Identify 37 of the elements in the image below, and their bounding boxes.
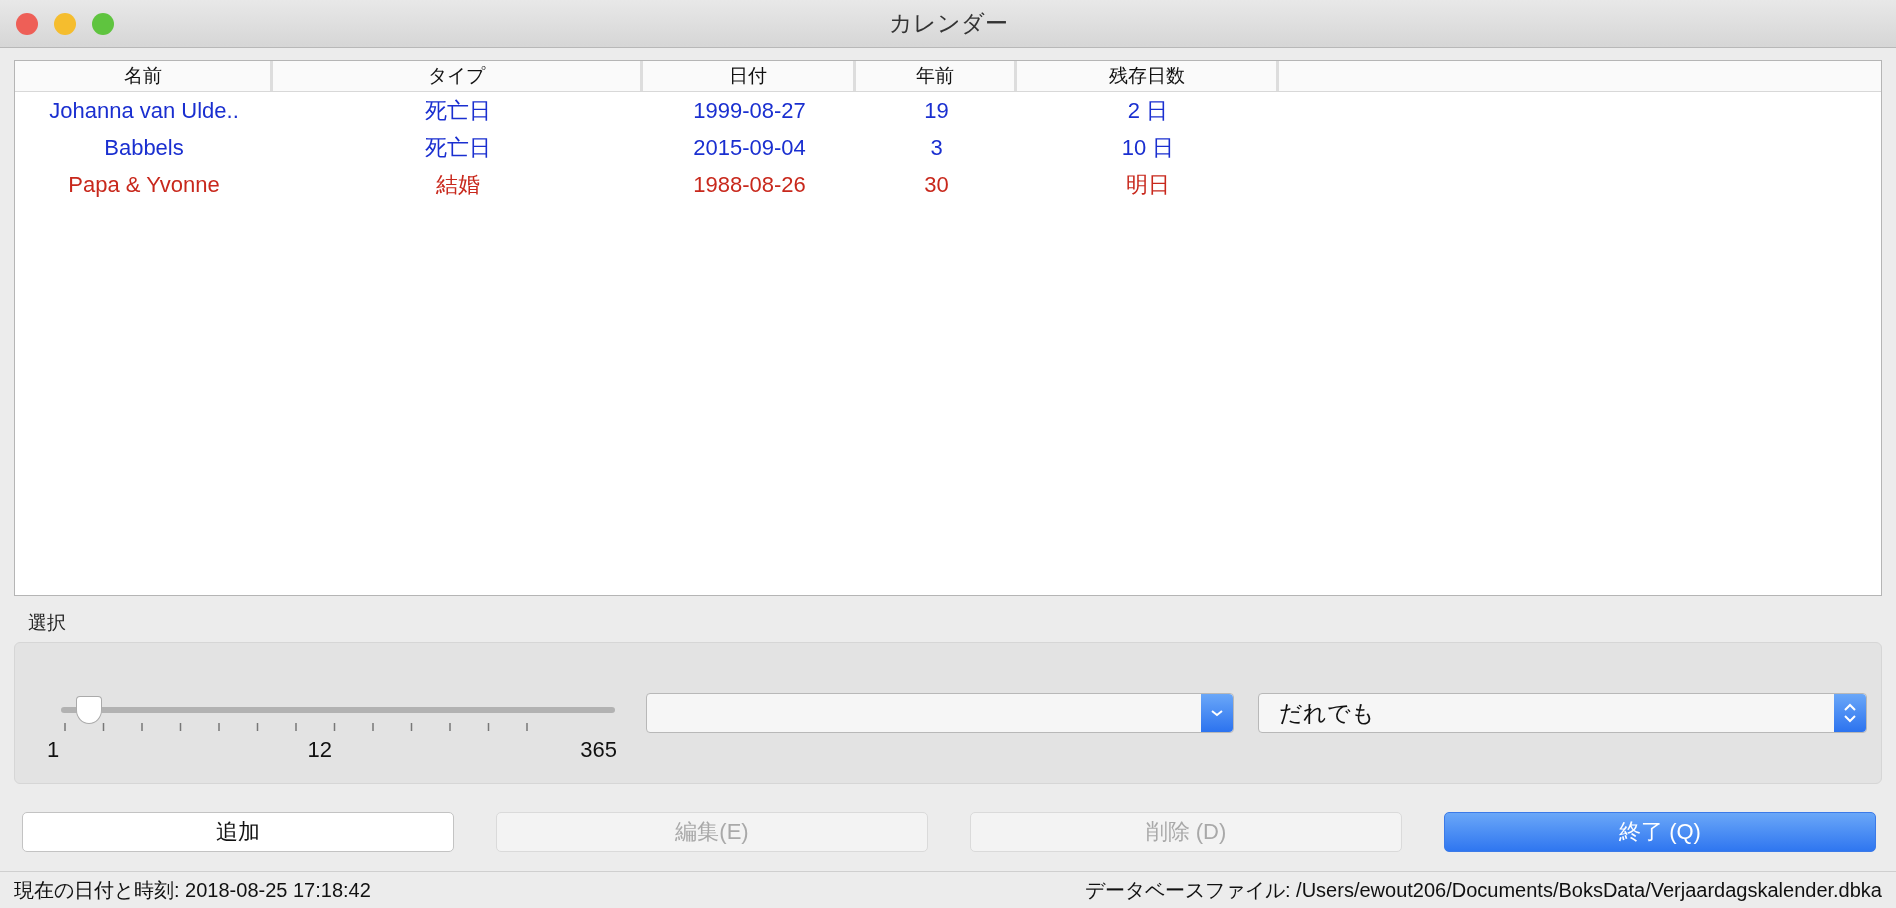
column-header[interactable]: 年前 bbox=[856, 61, 1017, 91]
table-cell-text: 10 日 bbox=[1120, 133, 1176, 162]
slider[interactable] bbox=[61, 696, 615, 724]
table-cell-text: 1988-08-26 bbox=[692, 171, 807, 198]
dropdown[interactable]: だれでも bbox=[1257, 693, 1867, 733]
chevron-down-icon bbox=[1200, 694, 1233, 732]
table-cell-text: 30 bbox=[923, 171, 950, 198]
database-file-text: データベースファイル: /Users/ewout206/Documents/BoksData/Verjaardagskalender.dbka bbox=[1085, 877, 1882, 903]
action-button[interactable]: 追加 bbox=[22, 812, 454, 852]
current-datetime-text: 現在の日付と時刻: 2018-08-25 17:18:42 bbox=[14, 877, 371, 903]
table-cell-text: Papa & Yvonne bbox=[67, 171, 221, 198]
table-cell-text: Johanna van Ulde.. bbox=[48, 97, 240, 124]
column-header[interactable]: 残存日数 bbox=[1017, 61, 1279, 91]
table-cell-text: 2 日 bbox=[1126, 96, 1170, 125]
table-cell-text: 結婚 bbox=[435, 170, 481, 199]
close-button[interactable] bbox=[16, 13, 38, 35]
table-cell-text: 明日 bbox=[1125, 170, 1171, 199]
slider-label: 12 bbox=[307, 737, 332, 763]
column-header[interactable]: 日付 bbox=[643, 61, 856, 91]
slider-label: 365 bbox=[580, 737, 617, 763]
table-cell-text: 死亡日 bbox=[424, 133, 492, 162]
window-title: カレンダー bbox=[888, 9, 1008, 38]
dropdown[interactable] bbox=[646, 693, 1234, 733]
table-cell-text: 2015-09-04 bbox=[692, 134, 807, 161]
table-cell-text: 19 bbox=[923, 97, 950, 124]
slider-label: 1 bbox=[47, 737, 60, 763]
zoom-button[interactable] bbox=[92, 13, 114, 35]
slider-thumb[interactable] bbox=[75, 696, 102, 724]
table-cell-text: 3 bbox=[929, 134, 944, 161]
column-header[interactable]: タイプ bbox=[273, 61, 643, 91]
minimize-button[interactable] bbox=[54, 13, 76, 35]
table-cell-text: 死亡日 bbox=[424, 96, 492, 125]
table-cell-text: 1999-08-27 bbox=[692, 97, 807, 124]
up-down-chevron-icon bbox=[1834, 694, 1866, 732]
table-cell-text: Babbels bbox=[103, 134, 185, 161]
column-header[interactable]: 名前 bbox=[15, 61, 273, 91]
group-label: 選択 bbox=[28, 611, 66, 635]
